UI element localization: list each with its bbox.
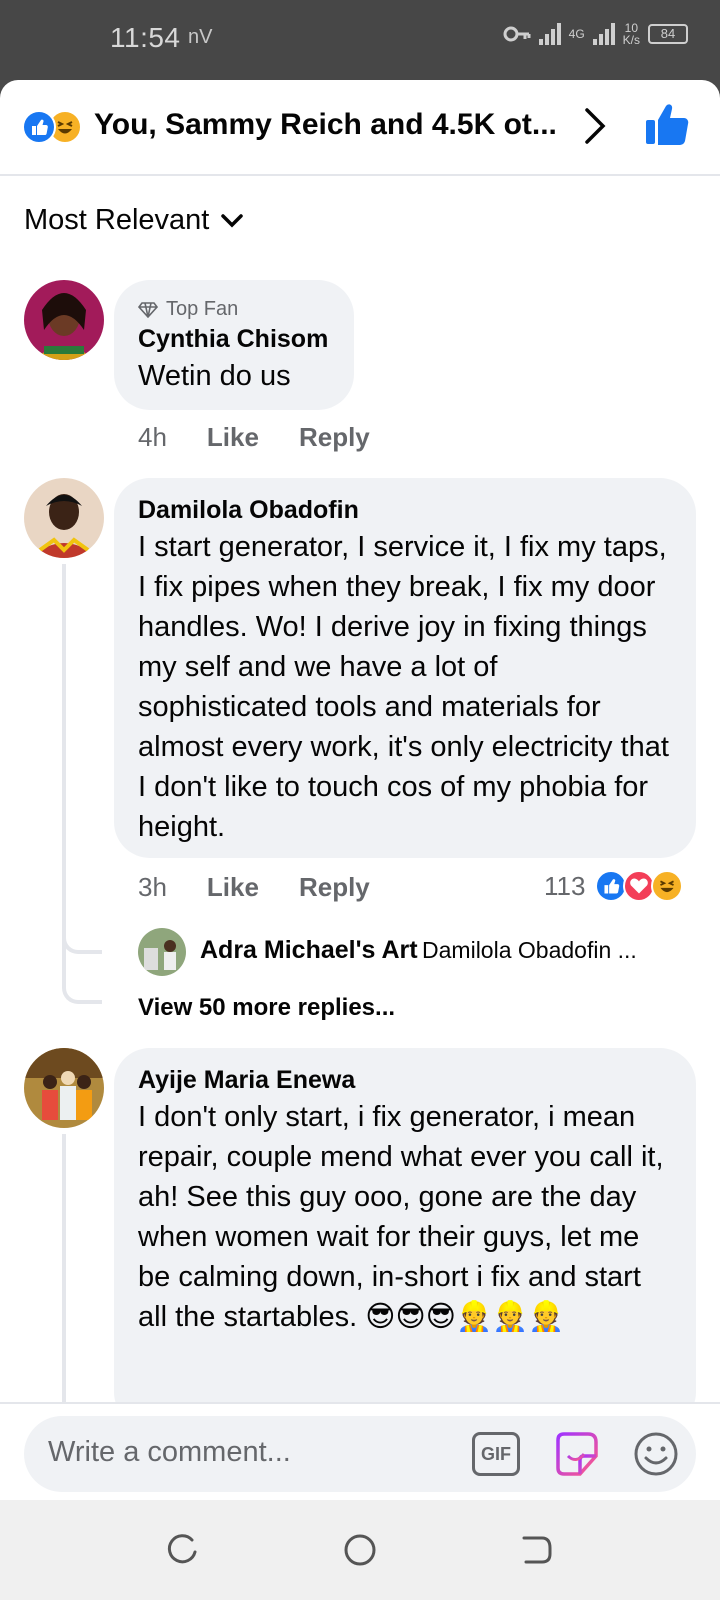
- reply-link[interactable]: Reply: [299, 872, 370, 903]
- sticker-icon[interactable]: [552, 1430, 600, 1478]
- comment-author[interactable]: Cynthia Chisom: [138, 325, 330, 354]
- comments-sheet: You, Sammy Reich and 4.5K ot... Most Rel…: [0, 80, 720, 1500]
- reply-text: Damilola Obadofin ...: [422, 937, 637, 963]
- reply-link[interactable]: Reply: [299, 422, 370, 453]
- comment-author[interactable]: Damilola Obadofin: [138, 496, 672, 525]
- network-speed: 10 K/s: [622, 21, 640, 47]
- gif-button[interactable]: GIF: [472, 1432, 520, 1476]
- view-more-replies-link[interactable]: View 50 more replies...: [138, 994, 395, 1022]
- reaction-count-value: 113: [544, 870, 586, 901]
- thread-line: [62, 1134, 66, 1404]
- comment-time: 3h: [138, 872, 167, 902]
- comment-input[interactable]: [48, 1436, 448, 1469]
- like-link[interactable]: Like: [207, 872, 259, 903]
- like-button-icon[interactable]: [644, 102, 690, 148]
- status-bar: 11:54 nV 4G 10 K/s 84: [0, 0, 720, 80]
- comment-bubble[interactable]: Damilola Obadofin I start generator, I s…: [114, 478, 696, 858]
- chevron-down-icon: [221, 213, 244, 227]
- thread-connector: [62, 910, 102, 954]
- reactions-title[interactable]: You, Sammy Reich and 4.5K ot...: [94, 108, 564, 142]
- reply-author: Adra Michael's Art: [200, 936, 418, 964]
- thread-connector: [62, 960, 102, 1004]
- like-reaction-icon: [22, 110, 56, 144]
- reactions-header[interactable]: You, Sammy Reich and 4.5K ot...: [0, 80, 720, 176]
- comment-text: I start generator, I service it, I fix m…: [138, 531, 669, 843]
- comment-time: 4h: [138, 422, 167, 452]
- like-link[interactable]: Like: [207, 422, 259, 453]
- status-time: 11:54: [110, 22, 181, 53]
- avatar[interactable]: [138, 928, 186, 976]
- comment-bubble[interactable]: Ayije Maria Enewa I don't only start, i …: [114, 1048, 696, 1428]
- avatar[interactable]: [24, 1048, 104, 1128]
- avatar[interactable]: [24, 280, 104, 360]
- top-fan-badge: Top Fan: [138, 298, 330, 321]
- back-icon[interactable]: [516, 1530, 556, 1570]
- avatar[interactable]: [24, 478, 104, 558]
- reaction-count[interactable]: 113: [544, 870, 684, 902]
- reaction-summary-icons: [22, 110, 86, 144]
- sort-dropdown[interactable]: Most Relevant: [24, 204, 244, 237]
- key-icon: [503, 26, 531, 42]
- comment-text: I don't only start, i fix generator, i m…: [138, 1101, 664, 1333]
- comment-bubble[interactable]: Top Fan Cynthia Chisom Wetin do us: [114, 280, 354, 410]
- sort-label: Most Relevant: [24, 204, 210, 236]
- comment-composer: GIF: [0, 1402, 720, 1500]
- system-nav-bar: [0, 1500, 720, 1600]
- diamond-icon: [138, 301, 158, 318]
- comment-actions: 4h Like Reply: [138, 422, 370, 453]
- comment-author[interactable]: Ayije Maria Enewa: [138, 1066, 672, 1095]
- home-icon[interactable]: [340, 1530, 380, 1570]
- composer-box[interactable]: GIF: [24, 1416, 696, 1492]
- comment-text: Wetin do us: [138, 360, 291, 392]
- reply-preview[interactable]: Adra Michael's Art Damilola Obadofin ...: [200, 936, 700, 965]
- chevron-right-icon[interactable]: [575, 106, 615, 146]
- cell-signal-icon: [592, 23, 615, 45]
- status-left-icons: nV: [188, 26, 213, 48]
- haha-reaction-icon: [651, 870, 684, 902]
- recent-apps-icon[interactable]: [162, 1530, 202, 1570]
- comment-actions: 3h Like Reply: [138, 872, 370, 903]
- emoji-icon[interactable]: [632, 1430, 680, 1478]
- status-right-icons: 4G 10 K/s 84: [503, 22, 688, 46]
- network-type: 4G: [568, 27, 585, 41]
- battery-icon: 84: [648, 24, 688, 44]
- wifi-signal-icon: [538, 23, 561, 45]
